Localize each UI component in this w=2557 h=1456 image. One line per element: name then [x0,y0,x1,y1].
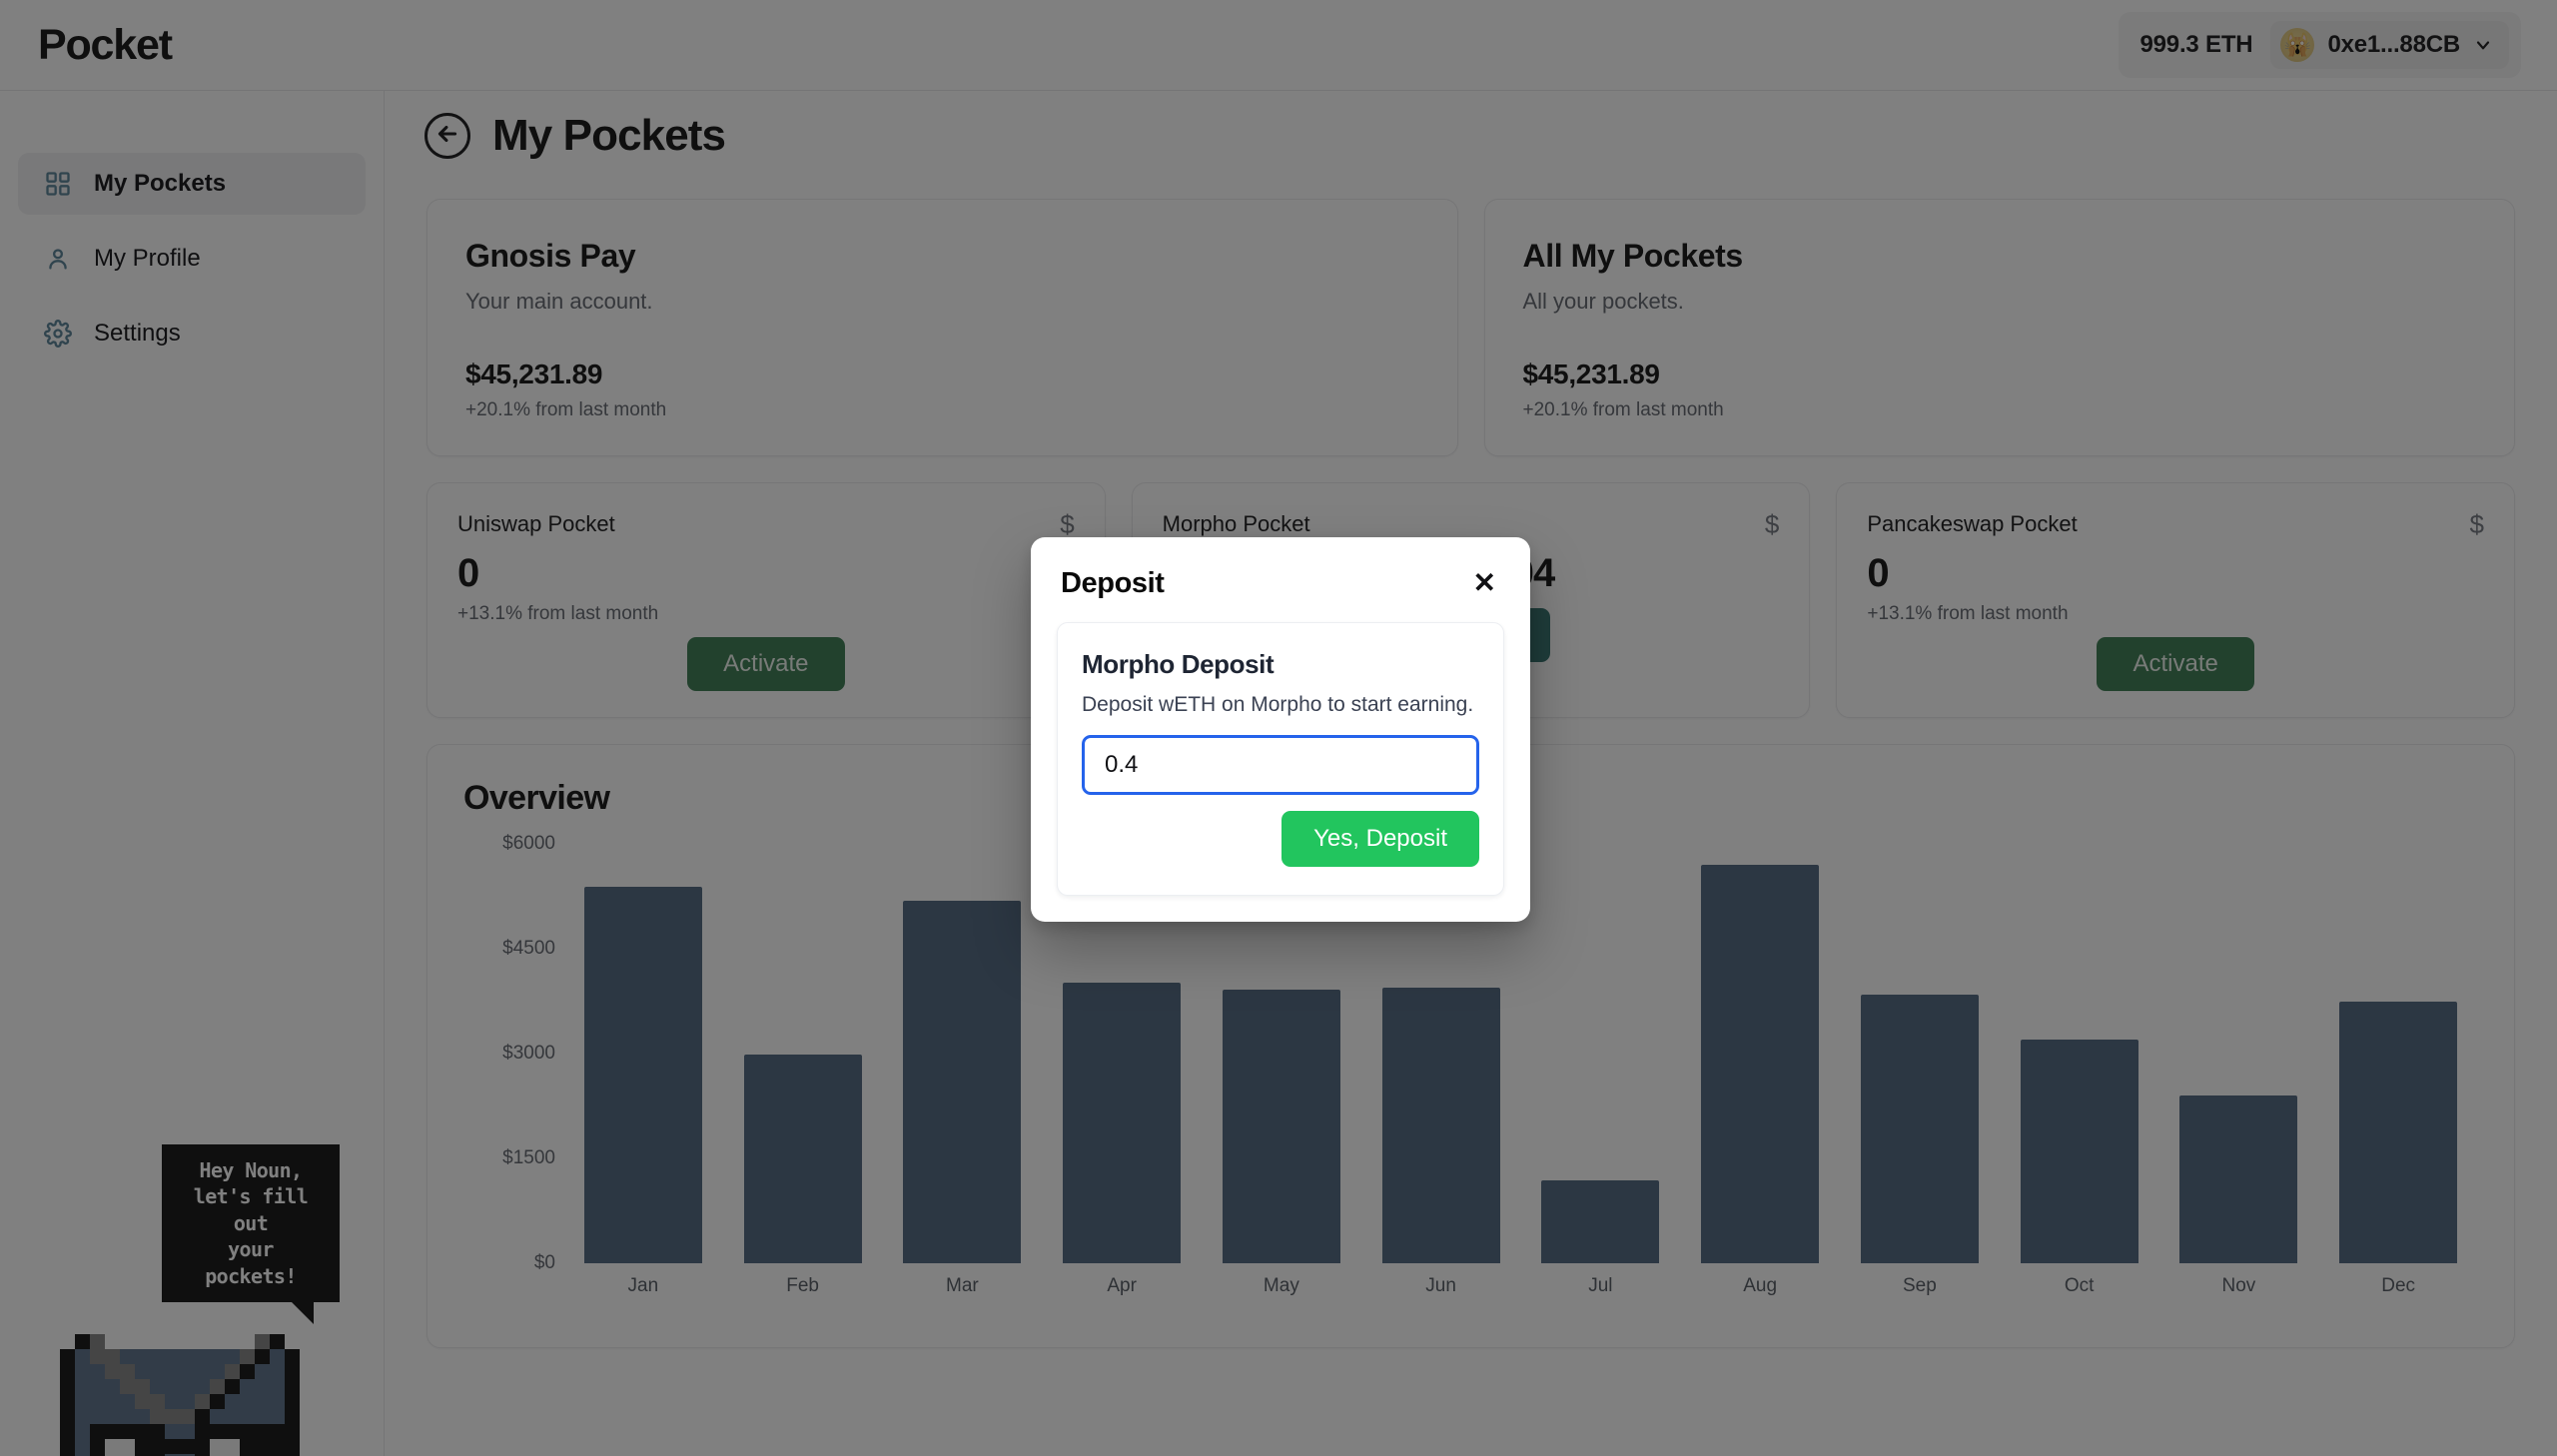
modal-actions: Yes, Deposit [1082,811,1479,867]
deposit-amount-input[interactable] [1082,735,1479,795]
confirm-deposit-button[interactable]: Yes, Deposit [1281,811,1479,867]
close-icon[interactable]: ✕ [1469,567,1500,599]
app-root: Pocket 999.3 ETH 🙀 0xe1...88CB My Pocket… [0,0,2557,1456]
modal-title: Deposit [1061,567,1165,599]
modal-header: Deposit ✕ [1057,563,1504,600]
deposit-form-card: Morpho Deposit Deposit wETH on Morpho to… [1057,622,1504,896]
deposit-form-description: Deposit wETH on Morpho to start earning. [1082,693,1474,716]
deposit-form-title: Morpho Deposit [1082,649,1275,679]
deposit-modal: Deposit ✕ Morpho Deposit Deposit wETH on… [1031,537,1530,922]
